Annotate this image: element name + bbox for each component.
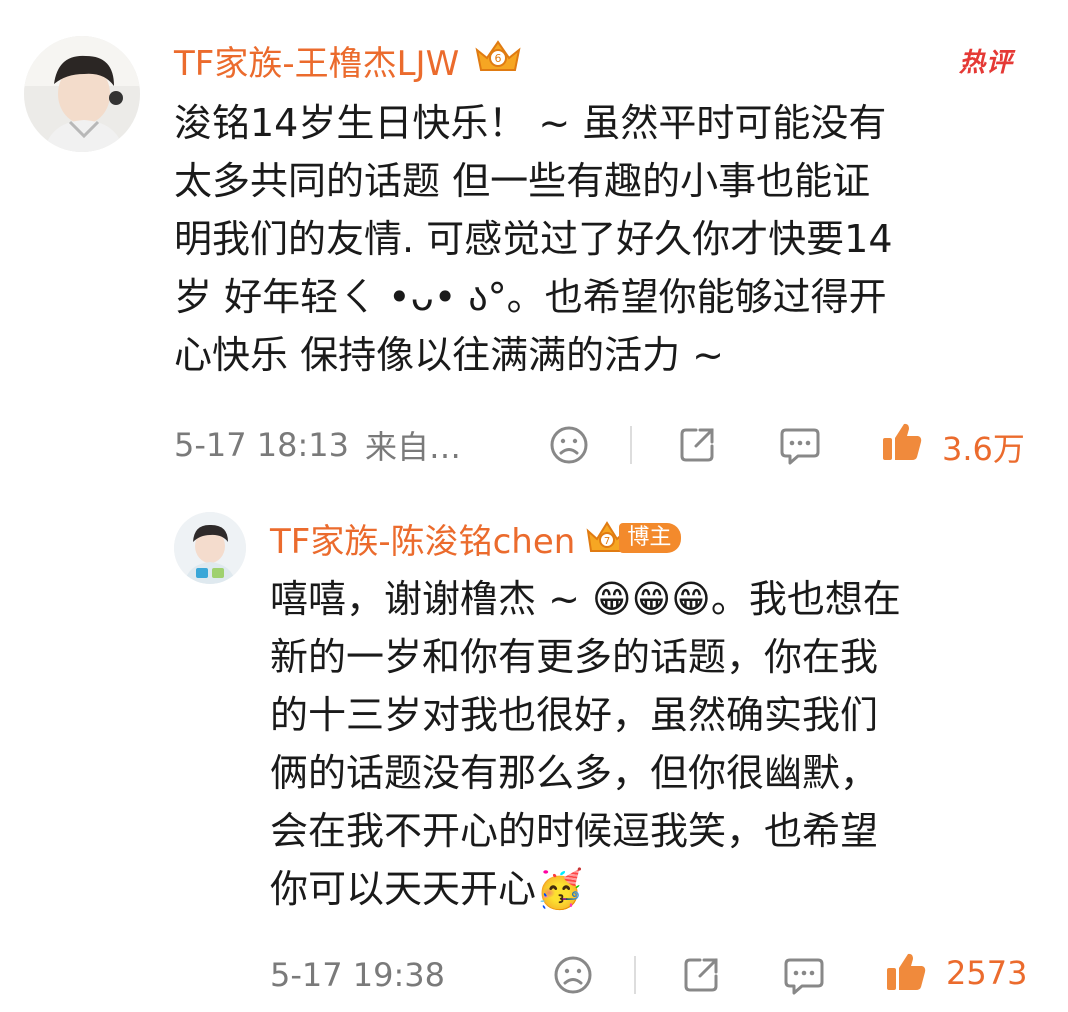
main-comment-line: 太多共同的话题 但一些有趣的小事也能证 [174, 159, 871, 203]
main-comment-meta: 5-17 18:13 来自… [174, 420, 461, 470]
reply-comment-line: 会在我不开心的时候逗我笑，也希望 [270, 809, 879, 853]
hot-comment-tag: 热评 [958, 48, 1013, 78]
crown-badge-icon: 6 [473, 36, 523, 85]
main-comment-line: 浚铭14岁生日快乐！ ~ 虽然平时可能没有 [174, 101, 887, 145]
main-comment-line: 心快乐 保持像以往满满的活力 ~ [174, 333, 724, 377]
share-icon[interactable] [676, 424, 718, 466]
main-comment-line: 岁 好年轻ㄑ •ᴗ• ა°。也希望你能够过得开 [174, 275, 887, 319]
share-icon[interactable] [680, 954, 722, 996]
thumbs-up-icon[interactable] [884, 950, 928, 994]
svg-text:7: 7 [604, 536, 610, 547]
thumbs-up-icon[interactable] [880, 420, 924, 464]
sad-face-icon[interactable] [548, 424, 590, 466]
comment-icon[interactable] [782, 954, 826, 996]
main-timestamp: 5-17 18:13 [174, 426, 350, 464]
reply-username-text[interactable]: TF家族-陈浚铭chen [270, 514, 575, 563]
sad-face-icon[interactable] [552, 954, 594, 996]
blogger-badge: 7 博主 [585, 519, 682, 557]
main-comment-text: 浚铭14岁生日快乐！ ~ 虽然平时可能没有 太多共同的话题 但一些有趣的小事也能… [174, 94, 893, 384]
reply-comment-line: 新的一岁和你有更多的话题，你在我 [270, 635, 879, 679]
blogger-badge-label: 博主 [619, 523, 682, 553]
reply-comment-meta: 5-17 19:38 [270, 950, 445, 1000]
reply-comment-line: 你可以天天开心🥳 [270, 867, 584, 911]
reply-author-username[interactable]: TF家族-陈浚铭chen 7 博主 [270, 514, 682, 563]
reply-comment-text: 嘻嘻，谢谢橹杰 ~ 😁😁😁。我也想在 新的一岁和你有更多的话题，你在我 的十三岁… [270, 570, 901, 918]
action-divider [630, 426, 632, 464]
reply-timestamp: 5-17 19:38 [270, 956, 446, 994]
avatar-reply-author[interactable] [174, 512, 246, 584]
reply-comment-line: 嘻嘻，谢谢橹杰 ~ 😁😁😁。我也想在 [270, 577, 901, 621]
reply-comment-line: 俩的话题没有那么多，但你很幽默， [270, 751, 879, 795]
reply-like-count: 2573 [946, 954, 1028, 992]
main-commenter-username[interactable]: TF家族-王橹杰LJW 6 [174, 36, 523, 84]
avatar-main-commenter[interactable] [24, 36, 140, 152]
main-username-text[interactable]: TF家族-王橹杰LJW [174, 36, 459, 85]
svg-text:6: 6 [495, 52, 502, 65]
main-source[interactable]: 来自… [365, 422, 461, 468]
main-like-count: 3.6万 [942, 430, 1025, 468]
action-divider [634, 956, 636, 994]
main-comment-line: 明我们的友情. 可感觉过了好久你才快要14 [174, 217, 893, 261]
reply-comment-line: 的十三岁对我也很好，虽然确实我们 [270, 693, 879, 737]
comment-icon[interactable] [778, 424, 822, 466]
